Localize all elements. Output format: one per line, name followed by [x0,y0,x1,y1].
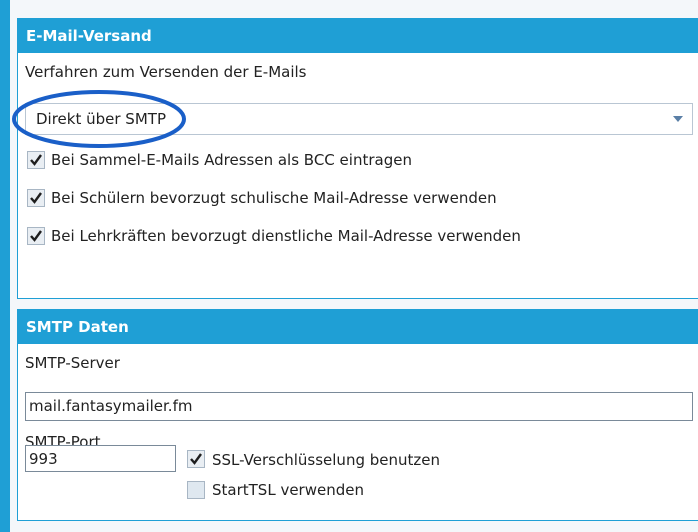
smtp-server-label: SMTP-Server [25,354,120,372]
dropdown-button[interactable] [664,104,692,134]
chevron-down-icon [673,116,683,122]
checkmark-icon [30,192,42,204]
starttls-checkbox[interactable] [187,481,205,499]
bcc-checkbox[interactable] [27,151,45,169]
send-method-selected-value: Direkt über SMTP [36,110,166,128]
smtp-server-input[interactable]: mail.fantasymailer.fm [25,392,693,421]
email-sending-panel: E-Mail-Versand Verfahren zum Versenden d… [17,18,698,299]
smtp-port-input[interactable]: 993 [25,445,176,472]
teacher-mail-checkbox[interactable] [27,227,45,245]
ssl-checkbox[interactable] [187,450,205,468]
send-method-select[interactable]: Direkt über SMTP [25,103,693,135]
checkmark-icon [30,230,42,242]
student-mail-checkbox[interactable] [27,189,45,207]
ssl-option-label: SSL-Verschlüsselung benutzen [212,451,440,469]
teacher-mail-option-label: Bei Lehrkräften bevorzugt dienstliche Ma… [51,227,521,245]
smtp-data-panel: SMTP Daten SMTP-Server mail.fantasymaile… [17,309,698,521]
email-sending-panel-title: E-Mail-Versand [18,19,698,53]
bcc-option-label: Bei Sammel-E-Mails Adressen als BCC eint… [51,151,412,169]
smtp-port-label: SMTP-Port [25,433,101,445]
starttls-option-label: StartTSL verwenden [212,481,364,499]
left-accent-strip [0,0,10,532]
student-mail-option-label: Bei Schülern bevorzugt schulische Mail-A… [51,189,497,207]
smtp-data-panel-title: SMTP Daten [18,310,698,344]
checkmark-icon [190,453,202,465]
checkmark-icon [30,154,42,166]
send-method-label: Verfahren zum Versenden der E-Mails [25,63,307,81]
